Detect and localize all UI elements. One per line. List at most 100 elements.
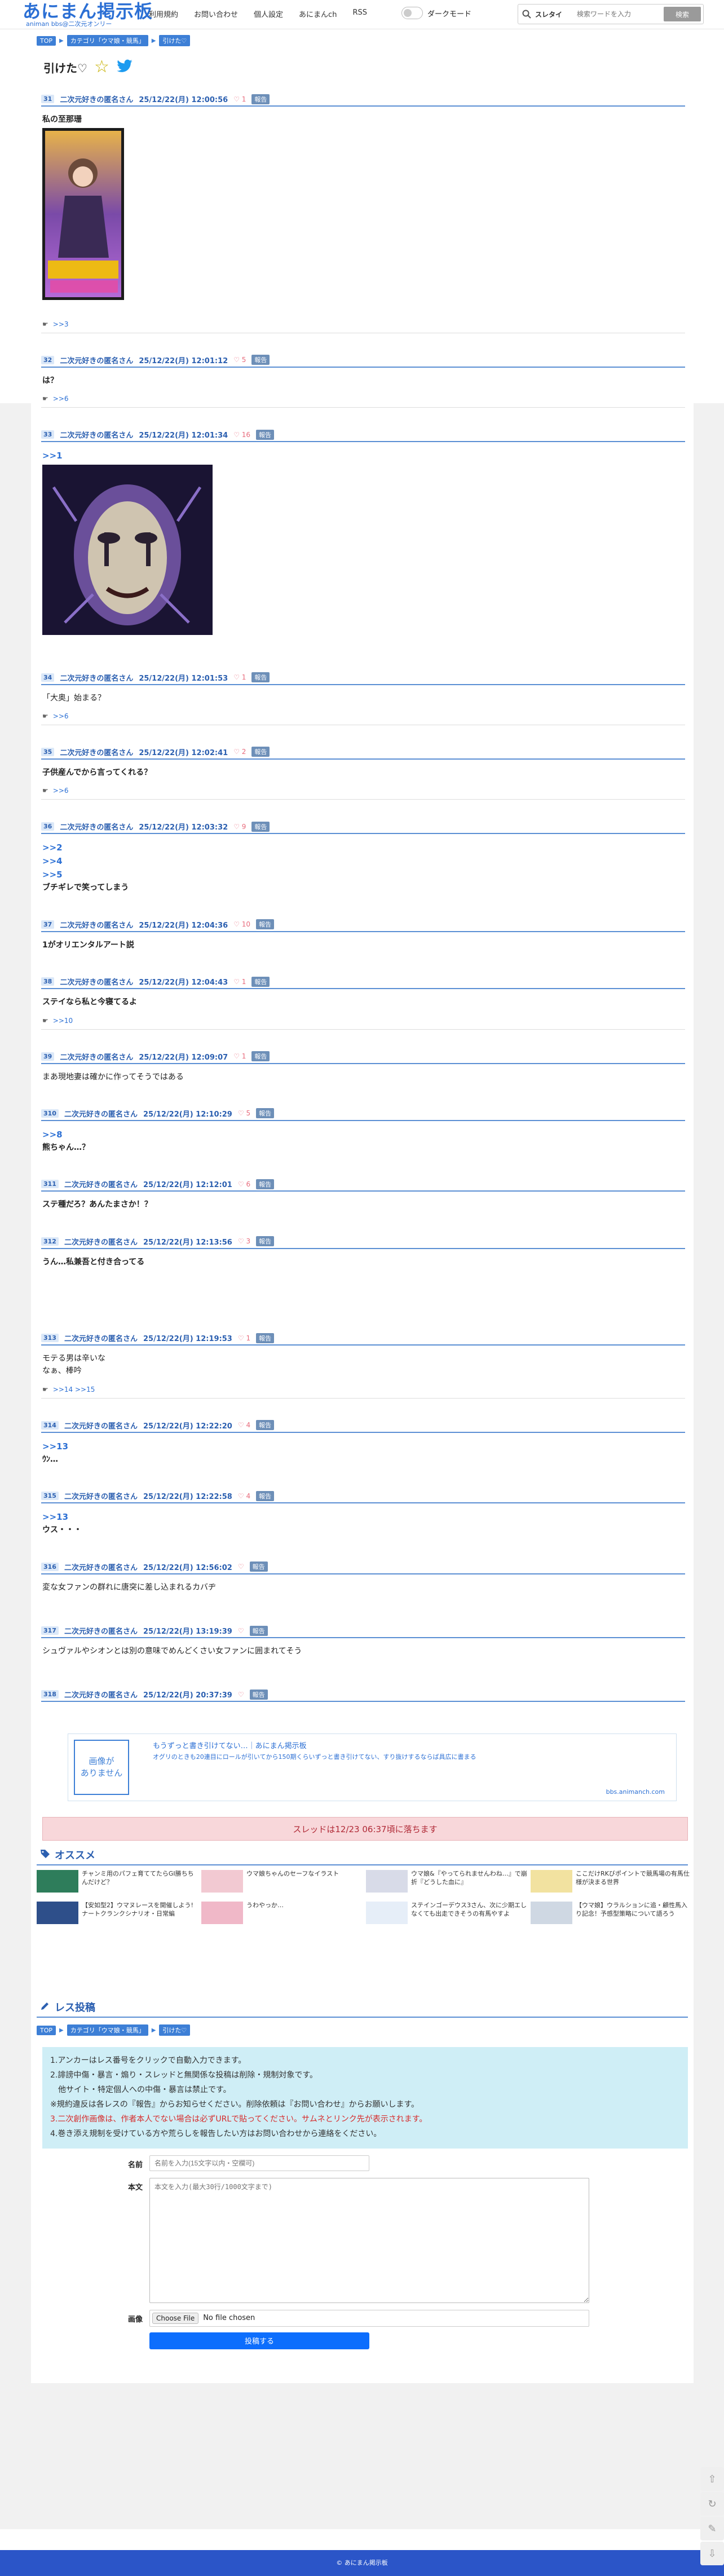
post-number[interactable]: 37 <box>41 920 55 929</box>
report-button[interactable]: 報告 <box>256 1236 275 1247</box>
reply-anchor-link[interactable]: >>3 <box>53 320 69 328</box>
nav-contact[interactable]: お問い合わせ <box>194 8 238 19</box>
search-button[interactable]: 検索 <box>664 7 701 21</box>
recommend-item[interactable]: チャンミ用のパフェ育ててたらGI勝ちちんだけど？ <box>37 1870 198 1893</box>
report-button[interactable]: 報告 <box>251 94 270 104</box>
recommend-title[interactable]: うわやっか… <box>246 1902 284 1924</box>
crumb-category[interactable]: カテゴリ「ウマ娘・競馬」 <box>67 35 148 46</box>
site-logo[interactable]: あにまん掲示板 animan bbs@二次元オンリー <box>23 1 153 28</box>
crumb-thread[interactable]: 引けた♡ <box>159 35 191 46</box>
anchor-link[interactable]: >>1 <box>42 449 684 462</box>
reply-anchor-link[interactable]: >>6 <box>53 395 69 403</box>
like-button[interactable]: ♡ 10 <box>233 920 250 928</box>
recommend-item[interactable]: ウマ娘ちゃんのセーフなイラスト <box>201 1870 363 1893</box>
recommend-thumbnail[interactable] <box>366 1870 408 1893</box>
post-number[interactable]: 316 <box>41 1562 59 1571</box>
recommend-title[interactable]: 【安如型2】ウマヌレースを開催しよう!ナートクランクシナリオ・日常編 <box>82 1902 198 1924</box>
recommend-title[interactable]: ウマ娘ちゃんのセーフなイラスト <box>246 1870 339 1893</box>
report-button[interactable]: 報告 <box>251 821 270 832</box>
report-button[interactable]: 報告 <box>256 1490 275 1501</box>
recommend-item[interactable]: ステインゴーデウス3さん、次に少期エしなくても出走できそうの有馬やすよ <box>366 1902 527 1925</box>
like-button[interactable]: ♡ 1 <box>233 673 246 681</box>
like-button[interactable]: ♡ 1 <box>233 95 246 103</box>
post-number[interactable]: 35 <box>41 747 55 756</box>
recommend-item[interactable]: 【安如型2】ウマヌレースを開催しよう!ナートクランクシナリオ・日常編 <box>37 1902 198 1925</box>
recommend-title[interactable]: 【ウマ娘】ウラルションに追・顧性馬入り記念！予感型策略について語ろう <box>576 1902 692 1924</box>
crumb-top[interactable]: TOP <box>37 36 56 46</box>
recommend-thumbnail[interactable] <box>201 1902 243 1925</box>
like-button[interactable]: ♡ 4 <box>238 1421 250 1429</box>
post-number[interactable]: 312 <box>41 1237 59 1246</box>
reply-anchor-link[interactable]: >>6 <box>53 787 69 795</box>
anchor-link[interactable]: >>8 <box>42 1128 684 1141</box>
recommend-thumbnail[interactable] <box>531 1870 572 1893</box>
post-number[interactable]: 315 <box>41 1492 59 1501</box>
submit-button[interactable]: 投稿する <box>149 2332 369 2349</box>
anchor-link[interactable]: >>5 <box>42 868 684 881</box>
post-number[interactable]: 34 <box>41 673 55 682</box>
like-button[interactable]: ♡ 9 <box>233 823 246 831</box>
name-input[interactable] <box>149 2155 369 2171</box>
toggle-switch[interactable] <box>401 7 423 19</box>
report-button[interactable]: 報告 <box>251 747 270 757</box>
reply-anchor-link[interactable]: >>6 <box>53 712 69 720</box>
anchor-link[interactable]: >>2 <box>42 841 684 854</box>
post-number[interactable]: 317 <box>41 1626 59 1635</box>
link-preview-card[interactable]: 画像が ありません もうずっと書き引けてない…｜あにまん掲示板 オグリのときも2… <box>68 1733 677 1802</box>
like-button[interactable]: ♡ 2 <box>233 748 246 756</box>
recommend-item[interactable]: うわやっか… <box>201 1902 363 1925</box>
crumb-category[interactable]: カテゴリ「ウマ娘・競馬」 <box>67 2024 148 2036</box>
dark-mode-toggle[interactable]: ダークモード <box>401 7 471 19</box>
post-image-character-card[interactable] <box>42 128 684 304</box>
recommend-thumbnail[interactable] <box>531 1902 572 1925</box>
crumb-thread[interactable]: 引けた♡ <box>159 2024 191 2036</box>
like-button[interactable]: ♡ 4 <box>238 1492 250 1500</box>
favorite-star-icon[interactable]: ☆ <box>94 59 109 76</box>
body-textarea[interactable] <box>149 2177 589 2303</box>
post-number[interactable]: 38 <box>41 977 55 986</box>
post-number[interactable]: 39 <box>41 1052 55 1061</box>
file-input[interactable]: Choose File No file chosen <box>149 2309 589 2327</box>
post-number[interactable]: 33 <box>41 430 55 439</box>
nav-terms[interactable]: 利用規約 <box>149 8 178 19</box>
nav-animanch[interactable]: あにまんch <box>299 8 337 19</box>
crumb-top[interactable]: TOP <box>37 2025 56 2035</box>
like-button[interactable]: ♡ 1 <box>233 978 246 986</box>
refresh-icon[interactable]: ↻ <box>700 2492 724 2516</box>
anchor-link[interactable]: >>13 <box>42 1440 684 1453</box>
like-button[interactable]: ♡ <box>238 1563 244 1571</box>
reply-anchor-link[interactable]: >>14 >>15 <box>53 1386 95 1393</box>
post-number[interactable]: 313 <box>41 1334 59 1343</box>
post-number[interactable]: 36 <box>41 822 55 831</box>
scroll-bottom-icon[interactable]: ⇩ <box>700 2542 724 2565</box>
post-number[interactable]: 314 <box>41 1421 59 1430</box>
reply-anchor-link[interactable]: >>10 <box>53 1017 73 1025</box>
like-button[interactable]: ♡ 3 <box>238 1237 250 1245</box>
nav-rss[interactable]: RSS <box>352 8 367 19</box>
like-button[interactable]: ♡ 5 <box>233 356 246 364</box>
like-button[interactable]: ♡ 6 <box>238 1180 250 1188</box>
report-button[interactable]: 報告 <box>256 1333 275 1343</box>
link-card-title[interactable]: もうずっと書き引けてない…｜あにまん掲示板 <box>153 1740 307 1750</box>
report-button[interactable]: 報告 <box>249 1562 268 1572</box>
like-button[interactable]: ♡ 16 <box>233 431 250 439</box>
post-number[interactable]: 311 <box>41 1180 59 1189</box>
report-button[interactable]: 報告 <box>251 672 270 683</box>
choose-file-button[interactable]: Choose File <box>152 2312 199 2324</box>
report-button[interactable]: 報告 <box>256 919 275 930</box>
search-input[interactable] <box>577 10 661 18</box>
post-number[interactable]: 318 <box>41 1690 59 1699</box>
nav-settings[interactable]: 個人設定 <box>254 8 283 19</box>
scroll-top-icon[interactable]: ⇧ <box>700 2467 724 2491</box>
logo-text[interactable]: あにまん掲示板 <box>23 1 153 21</box>
report-button[interactable]: 報告 <box>251 976 270 987</box>
twitter-bird-icon[interactable] <box>116 58 133 77</box>
recommend-thumbnail[interactable] <box>37 1902 78 1925</box>
report-button[interactable]: 報告 <box>256 1179 275 1189</box>
recommend-item[interactable]: ここだけRKびポイントで競馬場の有馬仕様が決まる世界 <box>531 1870 692 1893</box>
recommend-title[interactable]: ここだけRKびポイントで競馬場の有馬仕様が決まる世界 <box>576 1870 692 1893</box>
recommend-title[interactable]: ウマ娘&『やってられませんわね…』で崩折『どうした血に』 <box>411 1870 527 1893</box>
recommend-thumbnail[interactable] <box>201 1870 243 1893</box>
anchor-link[interactable]: >>13 <box>42 1510 684 1524</box>
like-button[interactable]: ♡ 1 <box>238 1334 250 1342</box>
